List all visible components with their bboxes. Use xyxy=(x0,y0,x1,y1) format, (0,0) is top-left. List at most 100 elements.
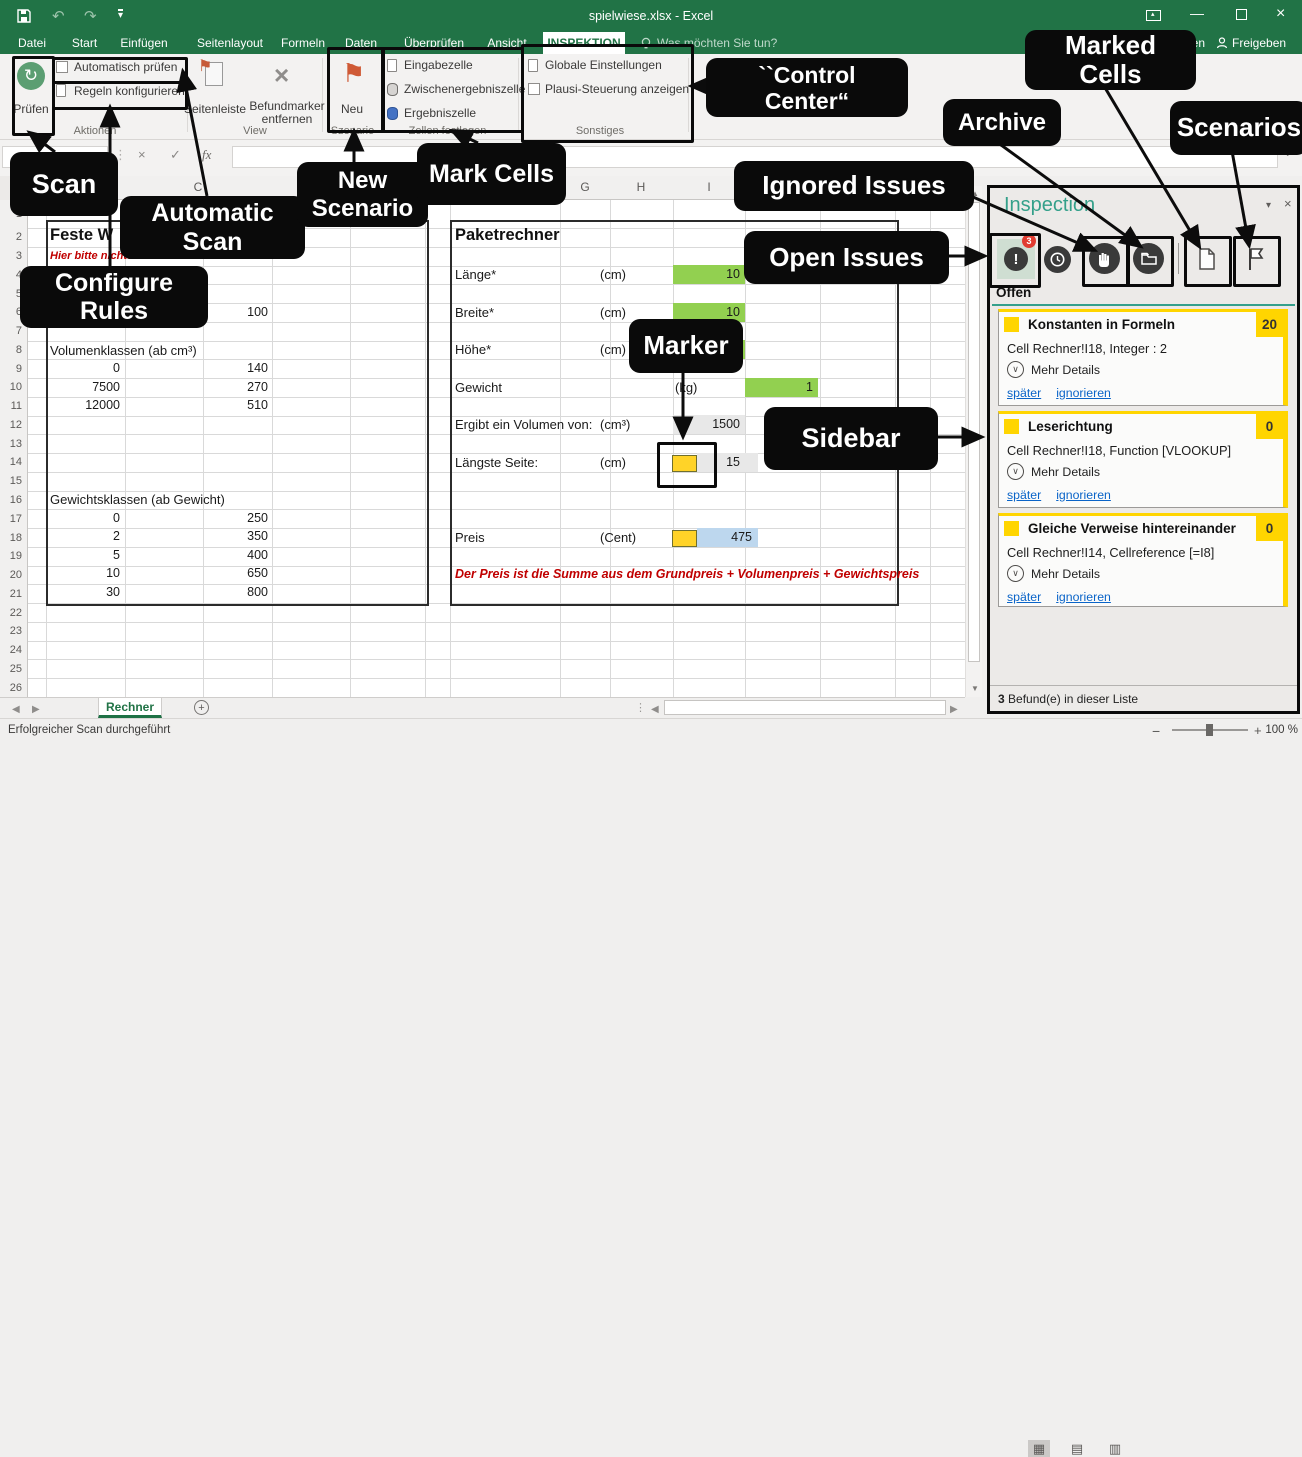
hoehe-unit[interactable]: (cm) xyxy=(600,342,626,357)
zoom-out-icon[interactable]: − xyxy=(1152,723,1160,739)
gewicht-label[interactable]: Gewicht xyxy=(455,380,502,395)
row-header-12[interactable]: 12 xyxy=(0,416,22,435)
laenge-unit[interactable]: (cm) xyxy=(600,267,626,282)
minimize-icon[interactable]: — xyxy=(1190,5,1204,21)
tab-einfuegen[interactable]: Einfügen xyxy=(115,32,173,54)
hscroll-left-icon[interactable]: ◀ xyxy=(651,704,659,715)
vertical-scroll-thumb[interactable] xyxy=(968,202,980,662)
scroll-down-icon[interactable]: ▼ xyxy=(971,684,979,693)
pane-close-icon[interactable]: × xyxy=(1284,196,1292,211)
zoom-in-icon[interactable]: + xyxy=(1254,723,1262,738)
hscroll-right-icon[interactable]: ▶ xyxy=(950,704,958,715)
row-header-4[interactable]: 4 xyxy=(0,266,22,285)
cell-c20[interactable]: 650 xyxy=(198,566,268,580)
cell-b10[interactable]: 7500 xyxy=(50,380,120,394)
row-header-5[interactable]: 5 xyxy=(0,284,22,303)
row-header-16[interactable]: 16 xyxy=(0,491,22,510)
save-icon[interactable] xyxy=(16,8,32,27)
undo-icon[interactable]: ↶ xyxy=(52,7,65,25)
cancel-icon[interactable]: × xyxy=(138,147,146,162)
fx-icon[interactable]: fx xyxy=(202,147,211,163)
sheet-tab-rechner[interactable]: Rechner xyxy=(98,698,162,718)
cell-c17[interactable]: 250 xyxy=(198,511,268,525)
row-header-17[interactable]: 17 xyxy=(0,509,22,528)
horizontal-scroll-thumb[interactable] xyxy=(664,700,946,715)
cell-c19[interactable]: 400 xyxy=(198,548,268,562)
fixed-values-heading[interactable]: Feste W xyxy=(50,226,113,245)
enter-check-icon[interactable]: ✓ xyxy=(170,147,181,163)
preis-unit[interactable]: (Cent) xyxy=(600,530,636,545)
cell-c21[interactable]: 800 xyxy=(198,585,268,599)
row-header-7[interactable]: 7 xyxy=(0,322,22,341)
maximize-icon[interactable] xyxy=(1236,9,1247,20)
tab-seitenlayout[interactable]: Seitenlayout xyxy=(185,32,275,54)
share-button[interactable]: Freigeben xyxy=(1232,36,1286,50)
volumen-value[interactable]: 1500 xyxy=(675,417,740,431)
hoehe-label[interactable]: Höhe* xyxy=(455,342,491,357)
more-details-toggle[interactable]: ∨ Mehr Details xyxy=(999,458,1283,480)
laenge-value[interactable]: 10 xyxy=(675,267,740,281)
seitenleiste-button[interactable]: Seitenleiste xyxy=(184,102,246,116)
col-header-h[interactable]: H xyxy=(626,180,656,194)
volumen-unit[interactable]: (cm³) xyxy=(600,417,630,432)
breite-value[interactable]: 10 xyxy=(675,305,740,319)
ignore-link[interactable]: ignorieren xyxy=(1056,386,1111,400)
col-header-c[interactable]: C xyxy=(183,180,213,194)
breite-unit[interactable]: (cm) xyxy=(600,305,626,320)
row-header-13[interactable]: 13 xyxy=(0,434,22,453)
gewicht-value[interactable]: 1 xyxy=(748,380,813,394)
price-formula-note[interactable]: Der Preis ist die Summe aus dem Grundpre… xyxy=(455,567,919,581)
ignore-link[interactable]: ignorieren xyxy=(1056,488,1111,502)
cell-b21[interactable]: 30 xyxy=(50,585,120,599)
cell-b17[interactable]: 0 xyxy=(50,511,120,525)
row-header-18[interactable]: 18 xyxy=(0,528,22,547)
redo-icon[interactable]: ↷ xyxy=(84,7,97,25)
col-header-i[interactable]: I xyxy=(694,180,724,194)
close-icon[interactable]: × xyxy=(1276,5,1285,23)
row-header-8[interactable]: 8 xyxy=(0,341,22,360)
gewicht-unit[interactable]: (kg) xyxy=(675,380,697,395)
cell-c18[interactable]: 350 xyxy=(198,529,268,543)
laengste-label[interactable]: Längste Seite: xyxy=(455,455,538,470)
row-header-6[interactable]: 6 xyxy=(0,303,22,322)
tab-start[interactable]: Start xyxy=(62,32,107,54)
row-header-23[interactable]: 23 xyxy=(0,622,22,641)
vertical-scrollbar[interactable]: ▲ ▼ xyxy=(965,186,982,697)
preis-label[interactable]: Preis xyxy=(455,530,485,545)
cell-b20[interactable]: 10 xyxy=(50,566,120,580)
befundmarker-entfernen-button[interactable]: Befundmarker entfernen xyxy=(248,100,326,126)
row-header-24[interactable]: 24 xyxy=(0,641,22,660)
later-link[interactable]: später xyxy=(1007,386,1041,400)
page-break-view-button[interactable]: ▥ xyxy=(1104,1440,1126,1457)
sheet-nav-left-icon[interactable]: ◀ xyxy=(12,704,20,715)
weight-classes-title[interactable]: Gewichtsklassen (ab Gewicht) xyxy=(50,492,225,507)
row-header-26[interactable]: 26 xyxy=(0,678,22,697)
volumen-label[interactable]: Ergibt ein Volumen von: xyxy=(455,417,592,432)
preis-value[interactable]: 475 xyxy=(690,530,752,544)
row-header-21[interactable]: 21 xyxy=(0,584,22,603)
ignore-link[interactable]: ignorieren xyxy=(1056,590,1111,604)
cell-c6[interactable]: 100 xyxy=(198,305,268,319)
zoom-slider-thumb[interactable] xyxy=(1206,724,1213,736)
normal-view-button[interactable]: ▦ xyxy=(1028,1440,1050,1457)
later-link[interactable]: später xyxy=(1007,590,1041,604)
volume-classes-title[interactable]: Volumenklassen (ab cm³) xyxy=(50,343,197,358)
cell-b9[interactable]: 0 xyxy=(50,361,120,375)
row-header-22[interactable]: 22 xyxy=(0,603,22,622)
row-header-11[interactable]: 11 xyxy=(0,397,22,416)
row-header-20[interactable]: 20 xyxy=(0,566,22,585)
breite-label[interactable]: Breite* xyxy=(455,305,494,320)
row-header-15[interactable]: 15 xyxy=(0,472,22,491)
row-header-25[interactable]: 25 xyxy=(0,659,22,678)
later-filter-button[interactable] xyxy=(1044,246,1071,273)
cell-b19[interactable]: 5 xyxy=(50,548,120,562)
row-header-10[interactable]: 10 xyxy=(0,378,22,397)
row-header-14[interactable]: 14 xyxy=(0,453,22,472)
row-header-3[interactable]: 3 xyxy=(0,247,22,266)
tab-datei[interactable]: Datei xyxy=(12,32,52,54)
page-layout-view-button[interactable]: ▤ xyxy=(1066,1440,1088,1457)
pane-dropdown-icon[interactable]: ▾ xyxy=(1266,200,1271,211)
paketrechner-heading[interactable]: Paketrechner xyxy=(455,226,560,245)
sheet-nav-right-icon[interactable]: ▶ xyxy=(32,704,40,715)
row-header-19[interactable]: 19 xyxy=(0,547,22,566)
